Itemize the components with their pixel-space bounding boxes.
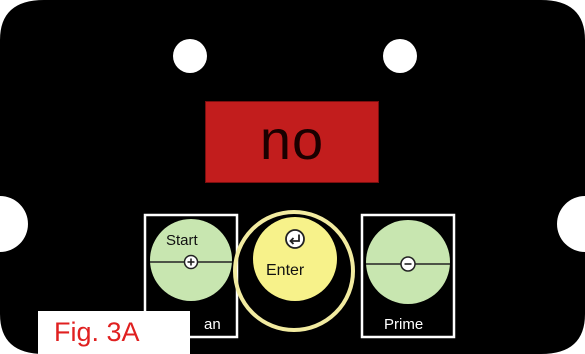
mounting-hole-left [173,39,207,73]
control-panel-figure: no Start Enter Prime an Fig. 3A [0,0,585,354]
prime-key-label: Prime [384,316,424,333]
figure-label: Fig. 3A [38,311,190,354]
mounting-hole-right [383,39,417,73]
return-arrow-icon [285,229,305,249]
start-key-label: Start [166,232,198,249]
enter-key-label: Enter [266,262,305,279]
status-display: no [205,101,379,183]
clean-key-label-partial: an [204,316,221,333]
display-text: no [259,108,325,171]
